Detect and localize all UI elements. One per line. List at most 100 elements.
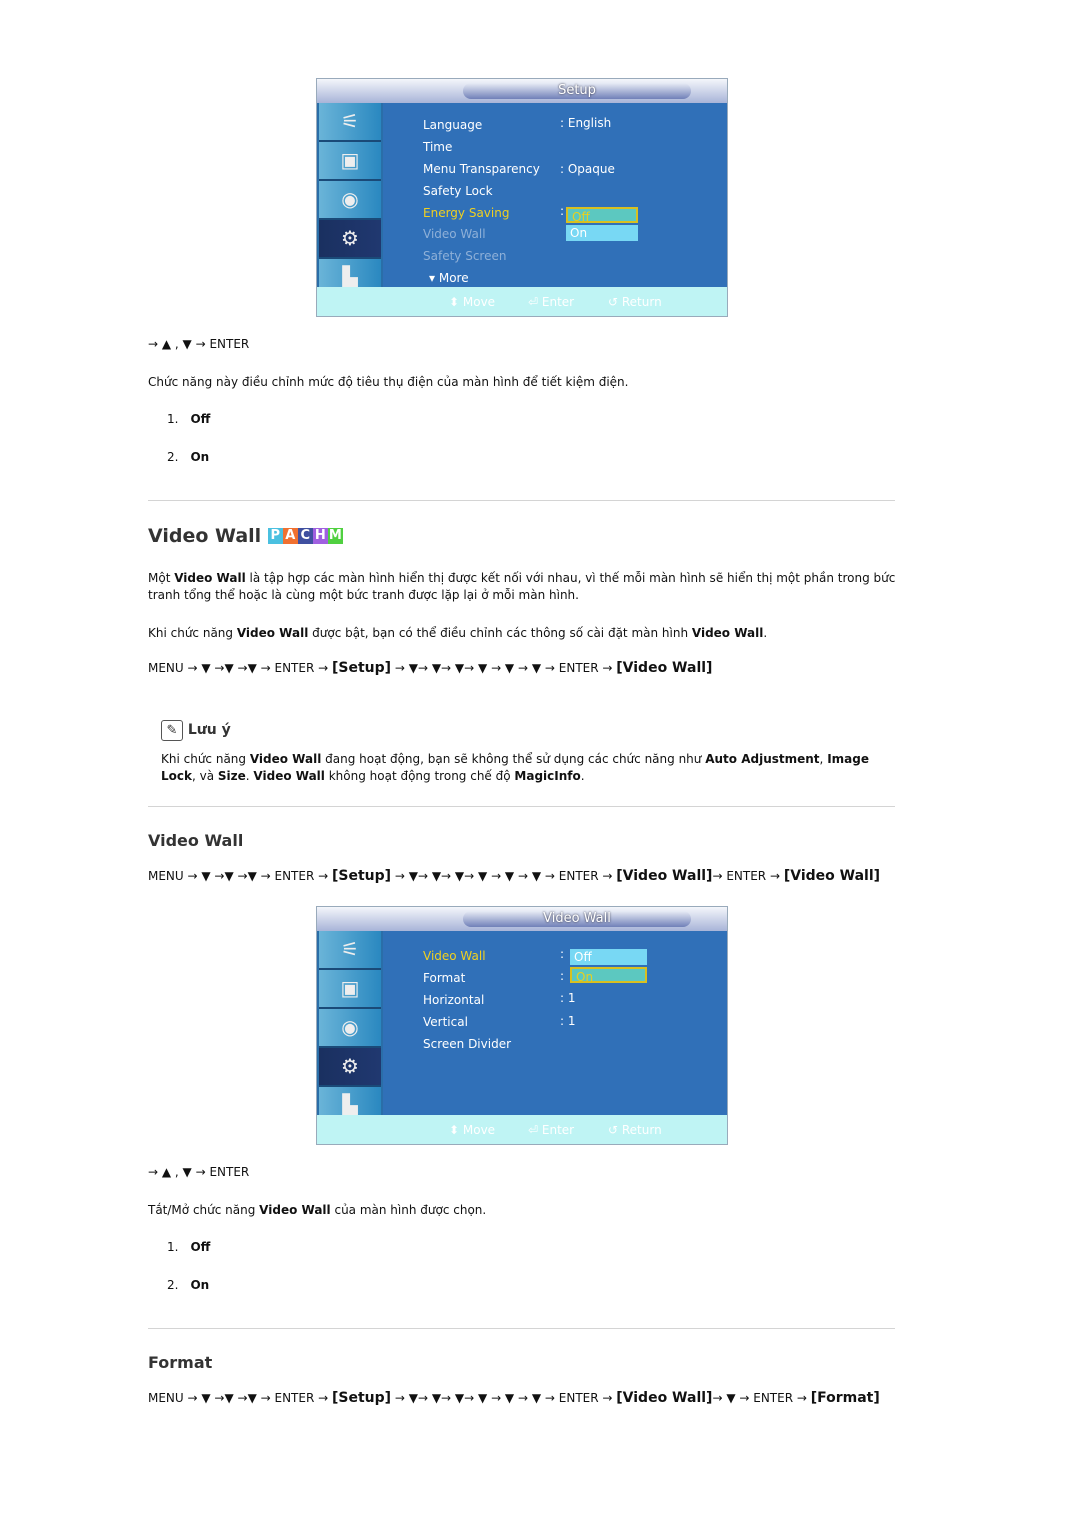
setup-gear-icon: ⚙ (319, 1048, 381, 1087)
divider (148, 500, 895, 501)
osd-item-safety-lock: Safety Lock (423, 184, 493, 198)
text-segment: , và (191, 769, 218, 783)
model-badge-a: A (282, 528, 298, 544)
text-segment: đang hoạt động, bạn sẽ không thể sử dụng… (321, 752, 706, 766)
osd-item-energy-saving: Energy Saving (423, 206, 510, 220)
input-icon: ⚟ (319, 103, 381, 142)
osd-item-language: Language (423, 118, 483, 132)
sound-icon: ◉ (319, 181, 381, 220)
setup-menu-screenshot: Setup ⚟ ▣ ◉ ⚙ ▙ Language Time Menu Trans… (316, 78, 728, 317)
osd-item-more: ▾ More (429, 271, 469, 285)
osd-footer-enter: ⏎ Enter (528, 295, 574, 309)
model-badge-h: H (312, 528, 328, 544)
page: Setup ⚟ ▣ ◉ ⚙ ▙ Language Time Menu Trans… (0, 0, 1080, 1527)
bold-text: [Setup] (331, 660, 392, 676)
list-number: 2. (167, 1278, 179, 1292)
text-segment: → ▼ → ENTER → (712, 1391, 811, 1405)
bold-text: Video Wall (691, 626, 764, 640)
video-wall-list-item-on: 2. On (167, 1278, 209, 1292)
osd-footer-return: ↺ Return (608, 1123, 662, 1137)
text-segment: . (763, 626, 768, 640)
bold-text: [Video Wall] (616, 1390, 713, 1406)
energy-description: Chức năng này điều chỉnh mức độ tiêu thụ… (148, 375, 629, 389)
text-segment: được bật, bạn có thể điều chỉnh các thôn… (308, 626, 692, 640)
energy-list-item-off: 1. Off (167, 412, 210, 426)
divider (148, 1328, 895, 1329)
updown-icon: ⬍ (449, 295, 463, 309)
enter-icon: ⏎ (528, 1123, 542, 1137)
osd-item-vertical: Vertical (423, 1015, 468, 1029)
text-segment: → ▼→ ▼→ ▼→ ▼ → ▼ → ▼ → ENTER → (391, 1391, 617, 1405)
energy-list-item-on: 2. On (167, 450, 209, 464)
list-label: Off (190, 1240, 211, 1254)
note-heading: ✎ Lưu ý (161, 720, 231, 741)
osd-item-menu-transparency: Menu Transparency (423, 162, 540, 176)
return-icon: ↺ (608, 295, 622, 309)
section-title-format: Format (148, 1353, 213, 1372)
list-number: 2. (167, 450, 179, 464)
video-wall-intro: Một Video Wall là tập hợp các màn hình h… (148, 570, 896, 604)
osd-item-safety-screen: Safety Screen (423, 249, 507, 263)
osd-footer-move: ⬍ Move (449, 295, 495, 309)
bold-text: MagicInfo (514, 769, 581, 783)
bold-text: Auto Adjustment (705, 752, 820, 766)
video-wall-nav: → ▲ , ▼ → ENTER (148, 1165, 250, 1179)
bold-text: Video Wall (259, 1203, 331, 1217)
osd-title: Setup (463, 83, 691, 99)
osd-option-off: Off (570, 949, 647, 965)
text-segment: MENU → ▼ →▼ →▼ → ENTER → (148, 869, 332, 883)
bold-text: [Setup] (331, 868, 392, 884)
list-label: Off (190, 412, 211, 426)
text-segment: → ENTER → (712, 869, 784, 883)
updown-icon: ⬍ (449, 1123, 463, 1137)
note-pencil-icon: ✎ (161, 720, 183, 741)
return-icon: ↺ (608, 1123, 622, 1137)
bold-text: Video Wall (253, 769, 325, 783)
osd-footer-enter: ⏎ Enter (528, 1123, 574, 1137)
video-wall-menu-path: MENU → ▼ →▼ →▼ → ENTER → [Setup] → ▼→ ▼→… (148, 660, 896, 677)
osd-value-language: : English (560, 116, 612, 130)
bold-text: [Video Wall] (783, 868, 881, 884)
text-segment: Khi chức năng (161, 752, 250, 766)
video-wall-enabled-note: Khi chức năng Video Wall được bật, bạn c… (148, 625, 896, 642)
osd-colon: : (560, 969, 565, 983)
note-text: Khi chức năng Video Wall đang hoạt động,… (161, 751, 896, 785)
video-wall-description: Tắt/Mở chức năng Video Wall của màn hình… (148, 1202, 896, 1219)
osd-title: Video Wall (463, 911, 691, 927)
osd-option-on: On (570, 967, 647, 984)
text-segment: MENU → ▼ →▼ →▼ → ENTER → (148, 1391, 332, 1405)
osd-item-format: Format (423, 971, 466, 985)
osd-icon-column: ⚟ ▣ ◉ ⚙ ▙ (317, 931, 383, 1126)
text-segment: → ▼→ ▼→ ▼→ ▼ → ▼ → ▼ → ENTER → (391, 869, 617, 883)
bold-text: Video Wall (236, 626, 309, 640)
text-segment: MENU → ▼ →▼ →▼ → ENTER → (148, 661, 332, 675)
osd-item-screen-divider: Screen Divider (423, 1037, 512, 1051)
osd-footer (317, 1115, 727, 1144)
osd-colon: : (560, 947, 565, 961)
format-menu-path: MENU → ▼ →▼ →▼ → ENTER → [Setup] → ▼→ ▼→… (148, 1390, 896, 1407)
bold-text: [Format] (810, 1390, 880, 1406)
osd-icon-column: ⚟ ▣ ◉ ⚙ ▙ (317, 103, 383, 298)
triangle-down-icon: ▾ (429, 271, 439, 285)
video-wall-list-item-off: 1. Off (167, 1240, 210, 1254)
osd-item-video-wall: Video Wall (423, 949, 486, 963)
return-label: Return (621, 295, 662, 309)
enter-label: Enter (541, 295, 575, 309)
osd-option-on: On (566, 225, 638, 241)
osd-item-time: Time (423, 140, 453, 154)
osd-item-horizontal: Horizontal (423, 993, 485, 1007)
enter-icon: ⏎ (528, 295, 542, 309)
model-badge-p: P (267, 528, 283, 544)
osd-more-label: More (438, 271, 469, 285)
sound-icon: ◉ (319, 1009, 381, 1048)
text-segment: Tắt/Mở chức năng (148, 1203, 260, 1217)
video-wall-menu-screenshot: Video Wall ⚟ ▣ ◉ ⚙ ▙ Video Wall Format H… (316, 906, 728, 1145)
section-title-video-wall: Video Wall PACHM (148, 525, 343, 547)
enter-label: Enter (541, 1123, 575, 1137)
setup-gear-icon: ⚙ (319, 220, 381, 259)
note-title: Lưu ý (187, 722, 231, 738)
list-label: On (190, 450, 210, 464)
text-segment: Khi chức năng (148, 626, 237, 640)
text-segment: của màn hình được chọn. (330, 1203, 487, 1217)
text-segment: Một (148, 571, 175, 585)
